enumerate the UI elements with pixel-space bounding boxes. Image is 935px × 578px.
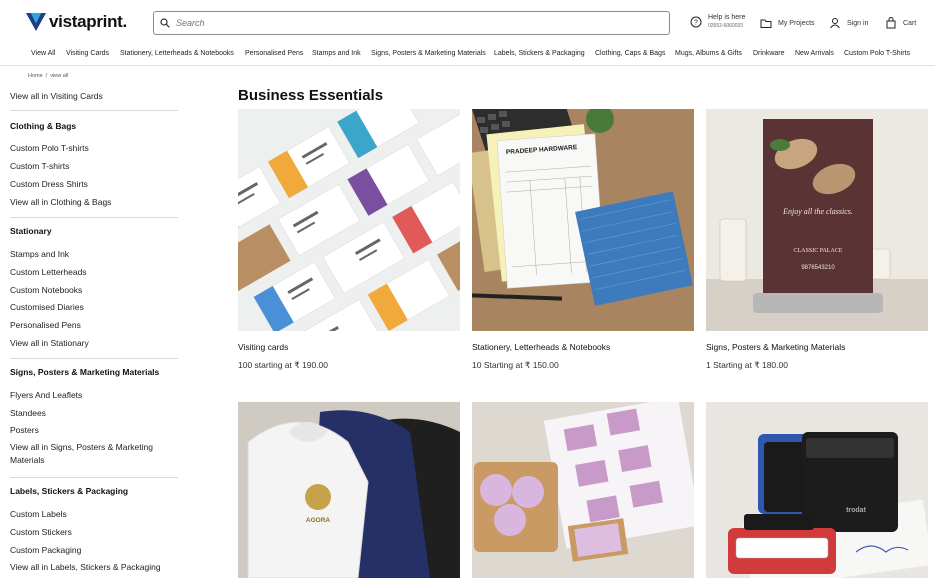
chat-help-icon: ? [690, 16, 702, 28]
logo-text: vistaprint. [49, 12, 127, 31]
sidebar-link-letterheads[interactable]: Custom Letterheads [10, 267, 87, 277]
sidebar-heading-clothing: Clothing & Bags [10, 121, 77, 131]
breadcrumb-home[interactable]: Home [28, 73, 43, 79]
help-link[interactable]: ? Help is here 02652-6060033 [690, 14, 745, 30]
product-card-signs[interactable]: Enjoy all the classics. CLASSIC PALACE 9… [706, 109, 928, 370]
banner-tagline: Enjoy all the classics. [782, 207, 853, 216]
hoodie-logo-text: AGORA [306, 517, 331, 524]
my-projects-link[interactable]: My Projects [760, 17, 815, 29]
signs-image: Enjoy all the classics. CLASSIC PALACE 9… [706, 109, 928, 331]
sidebar-link-clothing-all[interactable]: View all in Clothing & Bags [10, 197, 111, 207]
svg-text:?: ? [694, 20, 698, 27]
sidebar-link-stickers[interactable]: Custom Stickers [10, 527, 72, 537]
logo-mark-icon [26, 13, 46, 31]
sign-in-label: Sign in [847, 19, 869, 27]
product-card-stamps[interactable]: trodat [706, 402, 928, 578]
sidebar-link-dress-shirts[interactable]: Custom Dress Shirts [10, 179, 88, 189]
sidebar-heading-stationary: Stationary [10, 226, 52, 236]
folder-icon [760, 19, 772, 28]
banner-phone: 9876543210 [801, 265, 835, 271]
sidebar-link-packaging[interactable]: Custom Packaging [10, 545, 81, 555]
nav-item-new-arrivals[interactable]: New Arrivals [795, 50, 834, 57]
search-icon [160, 18, 170, 28]
nav-item-stationery[interactable]: Stationery, Letterheads & Notebooks [120, 50, 234, 57]
product-card-price: 100 starting at ₹ 190.00 [238, 360, 328, 370]
product-card-title: Visiting cards [238, 342, 289, 352]
breadcrumb-separator: / [45, 73, 48, 79]
stamp-brand-text: trodat [846, 507, 867, 514]
help-label: Help is here [708, 14, 746, 21]
nav-item-signs[interactable]: Signs, Posters & Marketing Materials [371, 50, 486, 57]
category-nav: View All Visiting Cards Stationery, Lett… [0, 44, 935, 66]
sidebar-link-labels[interactable]: Custom Labels [10, 509, 67, 519]
breadcrumb-current: view all [50, 73, 69, 79]
search-input[interactable] [176, 18, 656, 28]
product-card-price: 1 Starting at ₹ 180.00 [706, 360, 788, 370]
product-card-clothing[interactable]: AGORA [238, 402, 460, 578]
nav-item-mugs[interactable]: Mugs, Albums & Gifts [675, 50, 742, 57]
nav-item-stamps[interactable]: Stamps and Ink [312, 50, 361, 57]
sidebar-link-tshirts[interactable]: Custom T-shirts [10, 161, 69, 171]
nav-item-visiting-cards[interactable]: Visiting Cards [66, 50, 109, 57]
product-card-title: Signs, Posters & Marketing Materials [706, 342, 846, 352]
nav-item-labels[interactable]: Labels, Stickers & Packaging [494, 50, 585, 57]
product-card-stationery[interactable]: PRADEEP HARDWARE Stationery, Letterheads… [472, 109, 694, 370]
site-header: vistaprint. ? Help is here 02652-6060033… [0, 0, 935, 44]
sidebar-link-diaries[interactable]: Customised Diaries [10, 302, 84, 312]
nav-item-pens[interactable]: Personalised Pens [245, 50, 303, 57]
my-projects-label: My Projects [778, 19, 815, 27]
sidebar-link-posters[interactable]: Posters [10, 425, 39, 435]
product-card-title: Stationery, Letterheads & Notebooks [472, 342, 611, 352]
sidebar-heading-signs: Signs, Posters & Marketing Materials [10, 367, 160, 377]
stationery-image: PRADEEP HARDWARE [472, 109, 694, 331]
sidebar-link-visiting-all[interactable]: View all in Visiting Cards [10, 91, 103, 101]
sidebar-link-stamps[interactable]: Stamps and Ink [10, 249, 69, 259]
product-card-price: 10 Starting at ₹ 150.00 [472, 360, 559, 370]
cart-link[interactable]: Cart [885, 17, 916, 29]
nav-item-view-all[interactable]: View All [31, 50, 55, 57]
sidebar-link-pens[interactable]: Personalised Pens [10, 320, 81, 330]
sidebar-link-standees[interactable]: Standees [10, 408, 46, 418]
sidebar-link-notebooks[interactable]: Custom Notebooks [10, 285, 82, 295]
sidebar-divider [10, 110, 178, 111]
banner-name: CLASSIC PALACE [794, 248, 843, 254]
sidebar-link-flyers[interactable]: Flyers And Leaflets [10, 390, 82, 400]
user-icon [830, 18, 840, 29]
cart-label: Cart [903, 19, 917, 27]
sidebar-divider [10, 477, 178, 478]
sign-in-link[interactable]: Sign in [829, 17, 868, 29]
hoodies-image: AGORA [238, 402, 460, 578]
sidebar-link-polo[interactable]: Custom Polo T-shirts [10, 143, 89, 153]
cart-bag-icon [886, 17, 896, 29]
stickers-image [472, 402, 694, 578]
sidebar-link-labels-all[interactable]: View all in Labels, Stickers & Packaging [10, 562, 161, 572]
product-card-labels[interactable] [472, 402, 694, 578]
help-phone: 02652-6060033 [708, 23, 744, 29]
nav-item-clothing[interactable]: Clothing, Caps & Bags [595, 50, 665, 57]
page-title: Business Essentials [238, 87, 384, 104]
product-card-visiting-cards[interactable]: Visiting cards 100 starting at ₹ 190.00 [238, 109, 460, 370]
breadcrumb: Home / view all [28, 73, 71, 79]
visiting-cards-image [238, 109, 460, 331]
sidebar-link-stationary-all[interactable]: View all in Stationary [10, 338, 89, 348]
stamps-image: trodat [706, 402, 928, 578]
vistaprint-logo[interactable]: vistaprint. [26, 12, 127, 32]
nav-item-drinkware[interactable]: Drinkware [753, 50, 785, 57]
sidebar-divider [10, 358, 178, 359]
sidebar-link-signs-all[interactable]: View all in Signs, Posters & Marketing M… [10, 441, 170, 467]
search-bar[interactable] [153, 11, 670, 35]
sidebar-heading-labels: Labels, Stickers & Packaging [10, 486, 129, 496]
nav-item-polo[interactable]: Custom Polo T-Shirts [844, 50, 910, 57]
sidebar-divider [10, 217, 178, 218]
